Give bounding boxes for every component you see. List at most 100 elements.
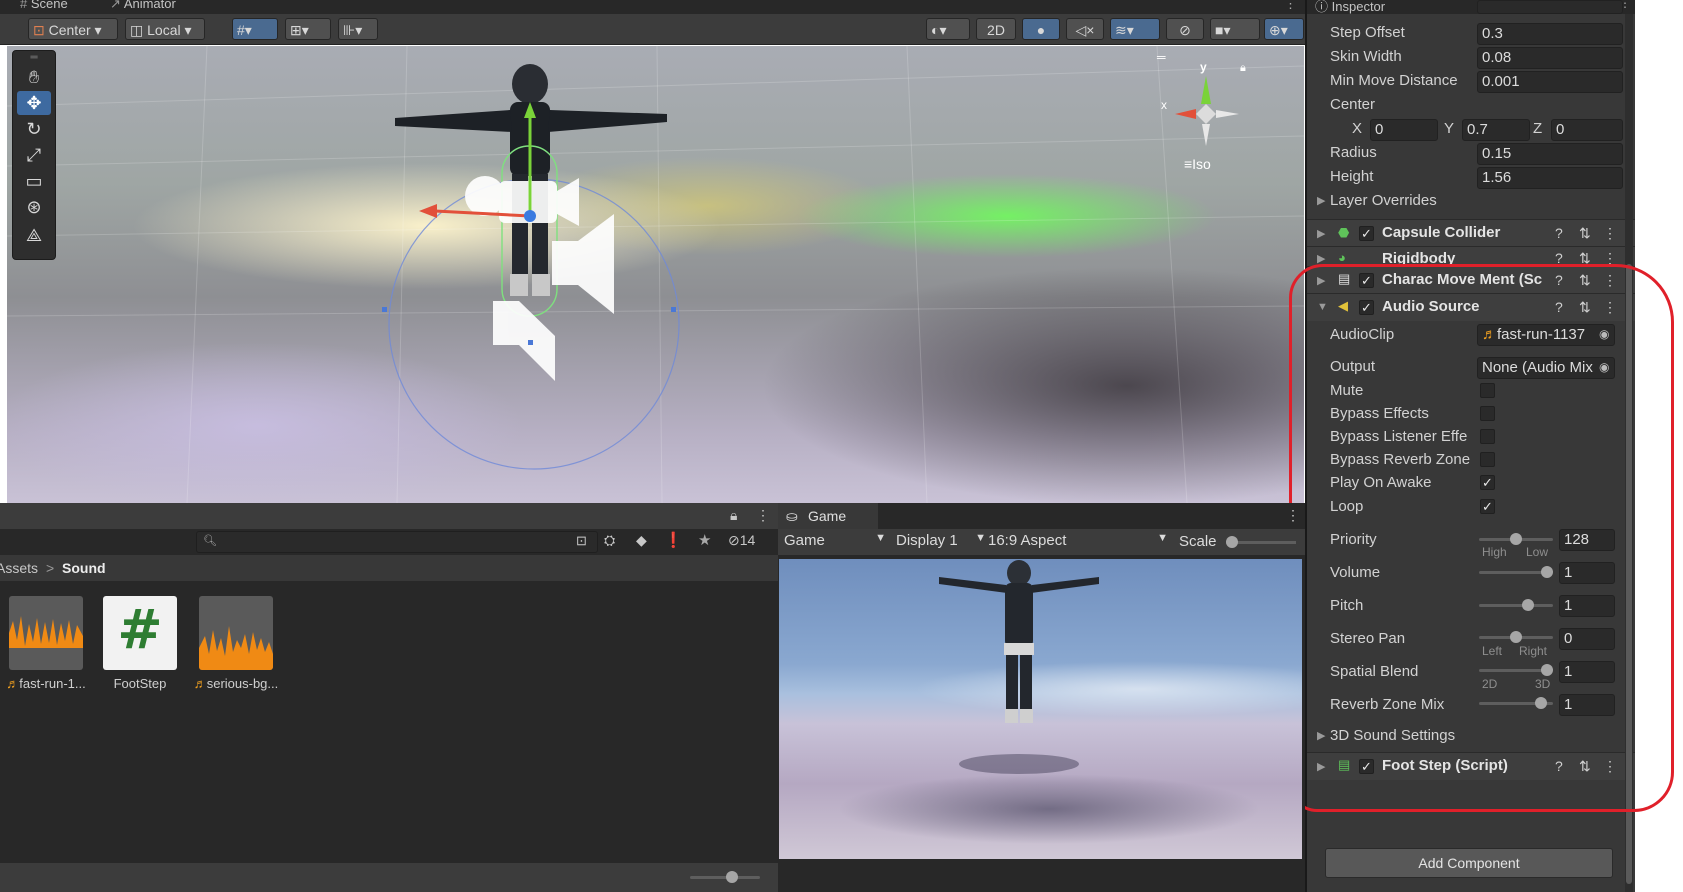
capsule-collider-title: Capsule Collider — [1382, 224, 1501, 241]
favorite-star-icon[interactable]: ★ — [698, 531, 711, 549]
move-tool-button[interactable]: ✥ — [17, 91, 51, 115]
tab-animator-label: Animator — [123, 0, 176, 11]
skin-width-field[interactable]: 0.08 — [1477, 47, 1623, 69]
project-menu-icon[interactable]: ⋮ — [756, 507, 770, 524]
scale-slider[interactable] — [1226, 536, 1296, 548]
hidden-objects-toggle[interactable]: ⊘ — [1166, 18, 1204, 40]
display-dropdown[interactable]: Display 1 ▼ — [896, 532, 986, 552]
scale-tool-button[interactable]: ⤢ — [17, 143, 51, 167]
hidden-count: 14 — [739, 532, 756, 548]
transform-tool-button[interactable]: ⊛ — [17, 195, 51, 219]
projection-toggle[interactable]: ≡Iso — [1184, 156, 1211, 172]
center-z-label: Z — [1533, 120, 1543, 137]
grid-snap-toggle[interactable]: #▾ — [232, 18, 278, 40]
gizmos-dropdown[interactable]: ⊕▾ — [1264, 18, 1304, 40]
mode-2d-toggle[interactable]: 2D — [976, 18, 1016, 40]
tab-game[interactable]: ⛀ Game — [778, 503, 878, 529]
audio-source-gizmo-icon[interactable] — [552, 214, 614, 314]
game-character — [939, 560, 1099, 723]
game-viewport[interactable] — [779, 559, 1302, 859]
filter-by-type-icon[interactable]: ⛭ — [604, 532, 615, 549]
scene-viewport[interactable]: x y 🔒︎ ═ ≡Iso — [7, 46, 1304, 503]
layer-overrides-foldout-arrow[interactable]: ▶ — [1317, 194, 1325, 207]
layer-overrides-foldout[interactable]: Layer Overrides — [1330, 192, 1437, 209]
rect-tool-button[interactable]: ▭ — [17, 169, 51, 193]
project-footer — [0, 863, 778, 892]
hidden-packages-toggle[interactable]: ⊘14 — [728, 532, 755, 549]
min-move-distance-field[interactable]: 0.001 — [1477, 71, 1623, 93]
search-icon: 🔍︎ — [203, 535, 217, 547]
palette-grip-icon[interactable]: ═ — [17, 53, 51, 63]
collider-foldout-arrow[interactable]: ▶ — [1317, 227, 1325, 240]
axis-x-label: x — [1161, 98, 1167, 112]
animator-icon: ↗ — [110, 0, 121, 11]
snap-icon: ⊞▾ — [290, 22, 309, 38]
component-menu-icon[interactable]: ⋮ — [1603, 225, 1617, 242]
slider-knob[interactable] — [1226, 536, 1238, 548]
aspect-dropdown[interactable]: 16:9 Aspect ▼ — [988, 532, 1168, 552]
ruler-icon: ⊪▾ — [343, 22, 363, 38]
increment-snap-toggle[interactable]: ⊞▾ — [285, 18, 331, 40]
draw-mode-dropdown[interactable]: ◐▾ — [926, 18, 970, 40]
lock-icon[interactable]: 🔒︎ — [730, 507, 737, 524]
capsule-collider-header[interactable]: ▶ ⬣ ✓ Capsule Collider ? ⇅ ⋮ — [1307, 219, 1635, 247]
icon-size-slider[interactable] — [690, 871, 760, 883]
custom-tool-button[interactable]: ⟁ — [17, 223, 51, 247]
audio-source-gizmo-icon-2[interactable] — [493, 301, 555, 381]
audio-toggle[interactable]: ◁× — [1066, 18, 1104, 40]
game-panel: ⛀ Game ⋮ Game ▼ Display 1 ▼ 16:9 Aspect … — [778, 503, 1305, 892]
slider-knob[interactable] — [726, 871, 738, 883]
height-field[interactable]: 1.56 — [1477, 167, 1623, 189]
center-x-field[interactable]: 0 — [1370, 119, 1438, 141]
center-y-field[interactable]: 0.7 — [1462, 119, 1530, 141]
audio-mute-icon: ◁× — [1075, 22, 1095, 38]
breadcrumb-assets[interactable]: Assets — [0, 560, 38, 576]
pivot-center-dropdown[interactable]: ⊡ Center ▾ — [28, 18, 118, 40]
csharp-script-icon: # — [117, 598, 163, 661]
hand-tool-button[interactable]: ✋︎ — [17, 65, 51, 89]
aspect-label: 16:9 Aspect — [988, 532, 1067, 549]
audio-waveform-thumbnail — [9, 596, 83, 670]
drag-handle-icon[interactable]: ═ — [1157, 50, 1166, 64]
chevron-down-icon: ▼ — [875, 532, 886, 544]
asset-item[interactable]: ♬fast-run-1... — [1, 596, 91, 691]
center-z-field[interactable]: 0 — [1551, 119, 1623, 141]
game-view-dropdown[interactable]: Game ▼ — [784, 532, 886, 552]
scene-menu-icon[interactable]: ⋮ — [1284, 0, 1297, 12]
project-search-input[interactable]: 🔍︎ — [196, 531, 598, 553]
camera-gizmo-icon[interactable] — [465, 176, 579, 226]
tab-inspector[interactable]: ⓘ Inspector — [1315, 0, 1385, 14]
space-label: Local — [147, 22, 181, 38]
game-menu-icon[interactable]: ⋮ — [1286, 507, 1300, 524]
search-by-type-icon[interactable]: ⊡ — [576, 533, 587, 549]
step-offset-field[interactable]: 0.3 — [1477, 23, 1623, 45]
lighting-toggle[interactable]: ● — [1022, 18, 1060, 40]
grid-visibility-toggle[interactable]: ⊪▾ — [338, 18, 378, 40]
orientation-gizmo[interactable] — [1175, 76, 1239, 146]
asset-item[interactable]: ♬serious-bg... — [191, 596, 281, 691]
help-icon[interactable]: ? — [1555, 225, 1563, 241]
move-handle-x-arrow[interactable] — [419, 204, 437, 218]
capsule-collider-enabled-checkbox[interactable]: ✓ — [1359, 226, 1374, 241]
presets-icon[interactable]: ⇅ — [1579, 225, 1591, 242]
rotate-tool-button[interactable]: ↻ — [17, 117, 51, 141]
tab-animator[interactable]: ↗ Animator — [110, 0, 176, 12]
project-toolbar: 🔒︎ ⋮ — [0, 503, 778, 529]
center-label: Center — [1330, 96, 1376, 113]
slope-limit-field-partial[interactable] — [1477, 0, 1623, 14]
asset-item[interactable]: # FootStep — [95, 596, 185, 691]
lock-icon[interactable]: 🔒︎ — [1240, 62, 1246, 75]
space-local-dropdown[interactable]: ◫ Local ▾ — [125, 18, 205, 40]
effects-dropdown[interactable]: ≋▾ — [1110, 18, 1160, 40]
min-move-distance-label: Min Move Distance — [1330, 72, 1458, 89]
camera-dropdown[interactable]: ■▾ — [1210, 18, 1260, 40]
alert-icon[interactable]: ❗ — [664, 531, 683, 549]
move-handle-z[interactable] — [524, 210, 536, 222]
label-tag-icon[interactable]: ◆ — [636, 532, 647, 549]
tab-scene[interactable]: # Scene — [20, 0, 68, 11]
breadcrumb-separator: > — [46, 560, 55, 576]
radius-field[interactable]: 0.15 — [1477, 143, 1623, 165]
add-component-button[interactable]: Add Component — [1325, 848, 1613, 878]
effects-icon: ≋▾ — [1115, 22, 1134, 38]
breadcrumb-sound[interactable]: Sound — [62, 560, 106, 576]
